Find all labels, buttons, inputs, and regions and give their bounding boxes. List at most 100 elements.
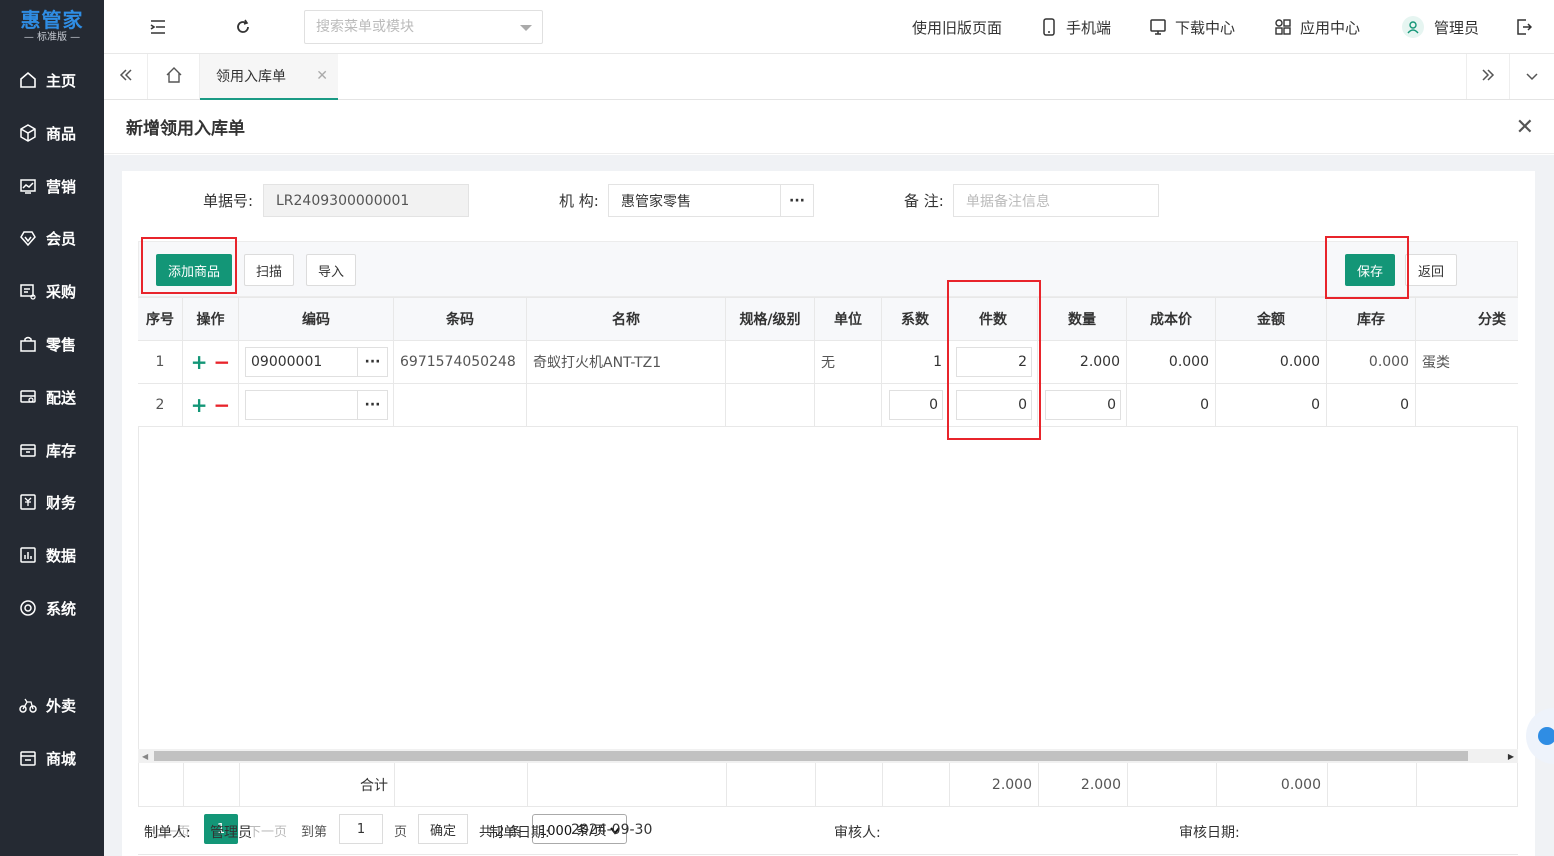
totals-cell [528, 763, 727, 806]
sidebar-item-mall[interactable]: 商城 [0, 738, 104, 778]
chevron-down-icon[interactable] [520, 25, 532, 31]
add-row-icon[interactable]: + [191, 393, 208, 417]
more-icon[interactable]: ··· [780, 185, 813, 216]
scroll-left-arrow-icon[interactable]: ◀ [142, 752, 148, 761]
sidebar-item-delivery[interactable]: 配送 [0, 377, 104, 417]
old-version-label: 使用旧版页面 [912, 18, 1003, 37]
data-icon [18, 545, 38, 565]
sidebar-item-label: 采购 [46, 282, 77, 301]
col-header: 名称 [527, 298, 726, 340]
col-header: 数量 [1038, 298, 1127, 340]
menu-search[interactable] [304, 10, 543, 44]
sidebar-item-purchase[interactable]: 采购 [0, 271, 104, 311]
mobile-link[interactable]: 手机端 [1040, 0, 1111, 54]
stock-cell: 0 [1327, 384, 1416, 426]
sidebar-item-label: 会员 [46, 229, 77, 248]
remove-row-icon[interactable]: − [214, 350, 231, 374]
sidebar-item-label: 主页 [46, 71, 77, 90]
tabs-scroll-left-button[interactable] [104, 54, 148, 99]
import-button[interactable]: 导入 [306, 254, 356, 286]
maker-value: 管理员 [210, 825, 252, 841]
download-center-label: 下载中心 [1175, 18, 1236, 37]
org-label: 机 构: [559, 192, 599, 210]
sidebar-item-home[interactable]: 主页 [0, 60, 104, 100]
more-icon[interactable]: ··· [357, 348, 387, 376]
close-icon[interactable]: ✕ [316, 68, 328, 84]
scrollbar-thumb[interactable] [154, 751, 1468, 761]
cube-icon [18, 123, 38, 143]
sidebar-item-retail[interactable]: 零售 [0, 324, 104, 364]
sidebar-item-label: 零售 [46, 335, 77, 354]
bag-icon [18, 334, 38, 354]
totals-cell [139, 763, 184, 806]
truck-icon [18, 387, 38, 407]
scroll-right-arrow-icon[interactable]: ▶ [1508, 752, 1514, 761]
row-actions: + − [183, 384, 239, 426]
sidebar-item-takeout[interactable]: 外卖 [0, 685, 104, 725]
category-cell [1416, 384, 1518, 426]
totals-cell [395, 763, 528, 806]
sidebar-item-label: 商城 [46, 749, 77, 768]
old-version-link[interactable]: 使用旧版页面 [912, 0, 1002, 54]
logout-icon[interactable] [1514, 17, 1534, 37]
audit-date-label: 审核日期: [1179, 825, 1240, 841]
brand-logo[interactable]: 惠管家 — 标准版 — [0, 0, 104, 54]
code-value: 09000001 [251, 354, 323, 370]
brand-name: 惠管家 [20, 8, 84, 32]
qty-cell: 0 [1038, 384, 1127, 426]
sidebar-item-goods[interactable]: 商品 [0, 113, 104, 153]
code-input[interactable]: ··· [245, 390, 388, 420]
table-horizontal-scrollbar[interactable]: ◀ ▶ [138, 749, 1518, 763]
remark-label: 备 注: [904, 192, 944, 210]
mobile-label: 手机端 [1066, 18, 1112, 37]
amount-cell: 0 [1216, 384, 1327, 426]
user-menu[interactable]: 管理员 [1402, 0, 1479, 54]
tab-label: 领用入库单 [216, 69, 286, 85]
page-unit-label: 页 [394, 825, 408, 840]
tabs-dropdown-button[interactable] [1510, 54, 1554, 99]
row-no: 2 [138, 384, 183, 426]
factor-input[interactable]: 0 [889, 390, 943, 420]
unit-cell [815, 384, 882, 426]
qty-input[interactable]: 0 [1045, 390, 1121, 420]
barcode-cell [394, 384, 527, 426]
remark-field[interactable]: 单据备注信息 [953, 184, 1159, 217]
menu-collapse-icon[interactable] [148, 17, 168, 37]
totals-cell [1328, 763, 1417, 806]
sidebar-item-finance[interactable]: 财务 [0, 482, 104, 522]
remove-row-icon[interactable]: − [214, 393, 231, 417]
download-center-link[interactable]: 下载中心 [1149, 0, 1235, 54]
code-input[interactable]: 09000001 ··· [245, 347, 388, 377]
sidebar-item-system[interactable]: 系统 [0, 588, 104, 628]
purchase-icon [18, 281, 38, 301]
highlight-add-goods [141, 237, 237, 294]
back-button[interactable]: 返回 [1405, 254, 1457, 286]
sidebar-item-data[interactable]: 数据 [0, 535, 104, 575]
totals-cell [1128, 763, 1217, 806]
sidebar-item-marketing[interactable]: 营销 [0, 166, 104, 206]
sidebar-item-member[interactable]: 会员 [0, 218, 104, 258]
more-icon[interactable]: ··· [357, 391, 387, 419]
add-row-icon[interactable]: + [191, 350, 208, 374]
next-page-button[interactable]: 下一页 [248, 821, 287, 840]
app-center-link[interactable]: 应用中心 [1274, 0, 1360, 54]
apps-grid-icon [1274, 18, 1292, 36]
goto-confirm-button[interactable]: 确定 [418, 814, 468, 844]
home-icon [165, 66, 183, 88]
tabs-scroll-right-button[interactable] [1466, 54, 1510, 99]
table-row: 1 + − 09000001 ··· 6971574050248 奇蚁打火机ANT… [138, 341, 1518, 384]
tab-home[interactable] [148, 54, 200, 99]
tabs-bar: 领用入库单 ✕ [104, 54, 1554, 100]
org-field[interactable]: 惠管家零售 ··· [608, 184, 814, 217]
tab-requisition-inbound[interactable]: 领用入库单 ✕ [200, 54, 338, 100]
sidebar-item-inventory[interactable]: 库存 [0, 430, 104, 470]
close-icon[interactable]: ✕ [1516, 115, 1534, 140]
spec-cell [726, 384, 815, 426]
goto-page-input[interactable]: 1 [339, 814, 383, 844]
refresh-icon[interactable] [233, 17, 253, 37]
col-header: 成本价 [1127, 298, 1216, 340]
unit-cell: 无 [815, 341, 882, 383]
menu-search-input[interactable] [305, 11, 505, 43]
scan-button[interactable]: 扫描 [244, 254, 294, 286]
sidebar-item-label: 财务 [46, 493, 77, 512]
